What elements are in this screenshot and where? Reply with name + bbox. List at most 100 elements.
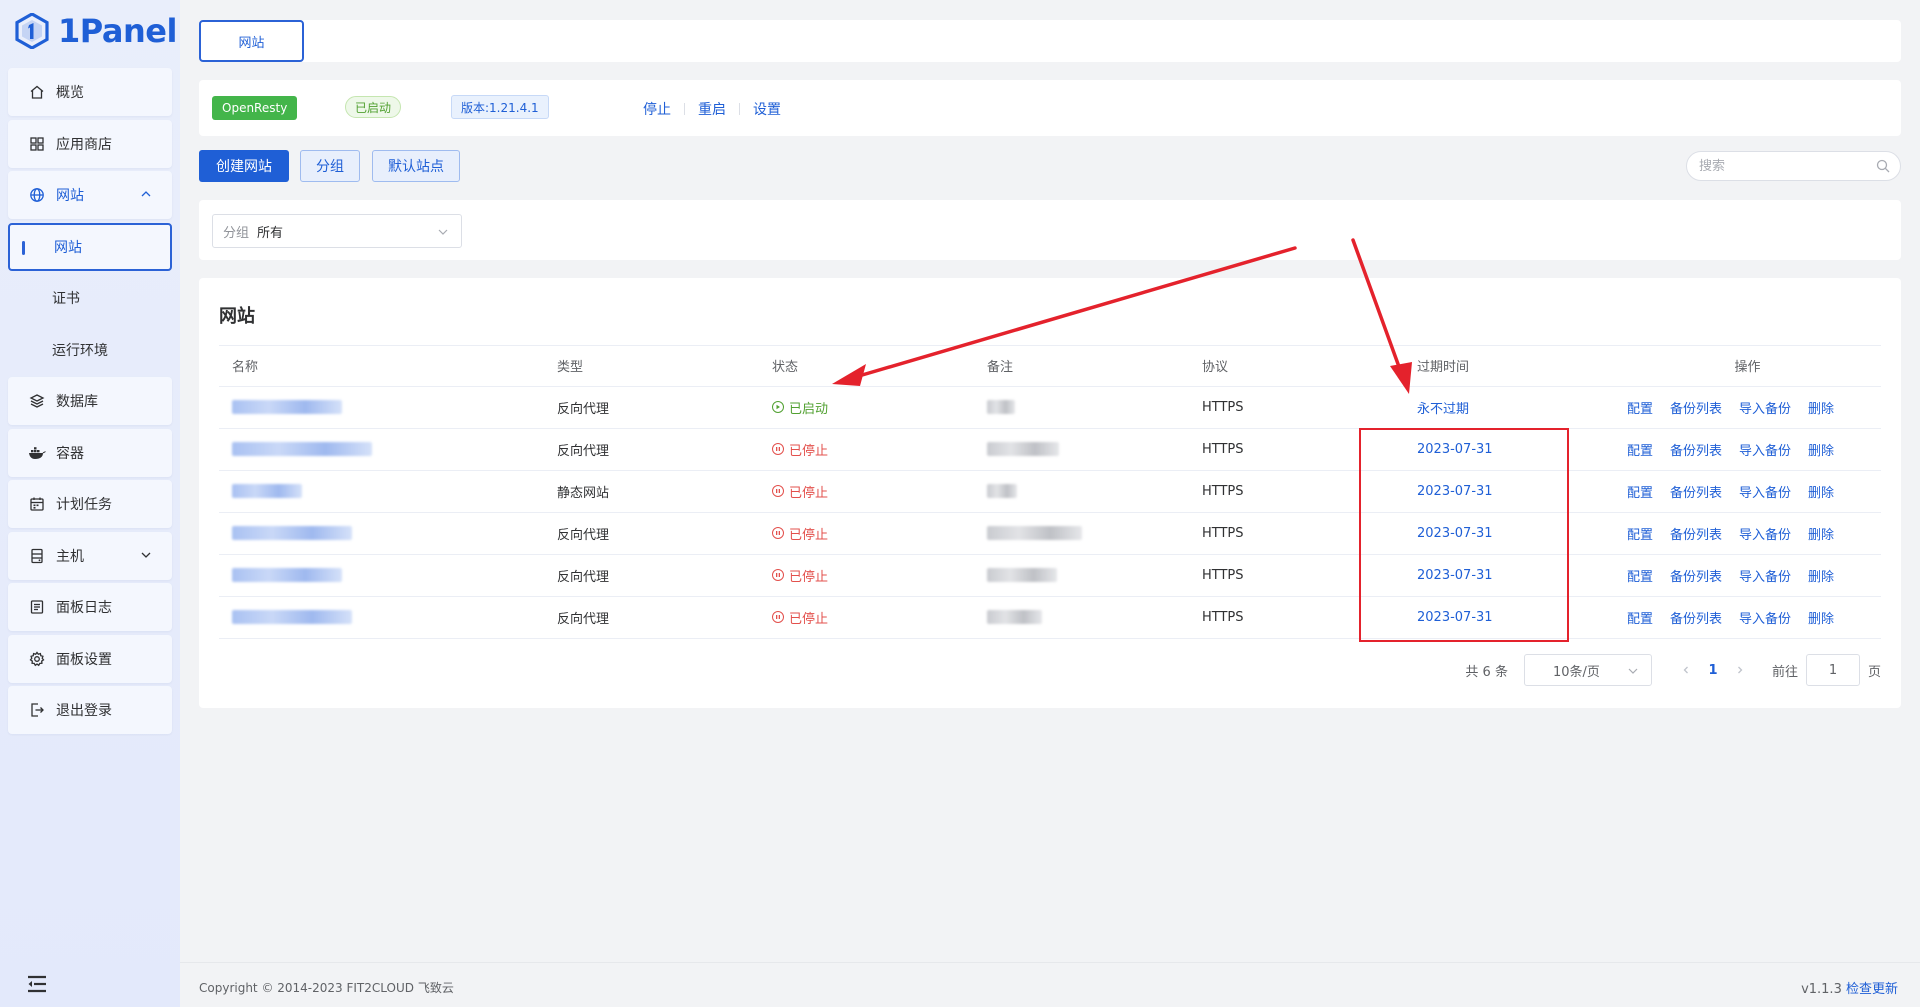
sidebar-subitem-certificates[interactable]: 证书 bbox=[8, 274, 172, 322]
search-input[interactable] bbox=[1699, 152, 1869, 180]
sidebar: 1Panel 概览 应用商店 网站 网站 证书 运行环境 数据库 容器 计划任务… bbox=[0, 0, 180, 1007]
delete-link[interactable]: 删除 bbox=[1808, 570, 1834, 585]
config-link[interactable]: 配置 bbox=[1627, 612, 1653, 627]
import-backup-link[interactable]: 导入备份 bbox=[1739, 402, 1791, 417]
config-link[interactable]: 配置 bbox=[1627, 444, 1653, 459]
create-website-button[interactable]: 创建网站 bbox=[199, 150, 289, 182]
tab-websites[interactable]: 网站 bbox=[199, 20, 304, 62]
delete-link[interactable]: 删除 bbox=[1808, 486, 1834, 501]
sidebar-item-websites[interactable]: 网站 bbox=[8, 171, 172, 219]
menu-collapse-icon[interactable] bbox=[26, 975, 48, 993]
blurred-site-name[interactable] bbox=[232, 400, 342, 414]
footer: Copyright © 2014-2023 FIT2CLOUD 飞致云 v1.1… bbox=[180, 962, 1920, 1007]
site-status[interactable]: 已停止 bbox=[772, 524, 828, 543]
backup-list-link[interactable]: 备份列表 bbox=[1670, 570, 1722, 585]
blurred-site-name[interactable] bbox=[232, 568, 342, 582]
column-header-protocol[interactable]: 协议 bbox=[1189, 346, 1404, 387]
config-link[interactable]: 配置 bbox=[1627, 402, 1653, 417]
delete-link[interactable]: 删除 bbox=[1808, 612, 1834, 627]
group-button[interactable]: 分组 bbox=[300, 150, 360, 182]
goto-page-input[interactable] bbox=[1805, 654, 1860, 686]
backup-list-link[interactable]: 备份列表 bbox=[1670, 612, 1722, 627]
sidebar-subitem-runtime[interactable]: 运行环境 bbox=[8, 326, 172, 374]
delete-link[interactable]: 删除 bbox=[1808, 528, 1834, 543]
blurred-remark bbox=[987, 610, 1042, 624]
blurred-site-name[interactable] bbox=[232, 442, 372, 456]
import-backup-link[interactable]: 导入备份 bbox=[1739, 486, 1791, 501]
blurred-site-name[interactable] bbox=[232, 484, 302, 498]
group-filter-select[interactable]: 分组 所有 bbox=[212, 214, 462, 248]
config-link[interactable]: 配置 bbox=[1627, 528, 1653, 543]
sidebar-subitem-label: 网站 bbox=[54, 239, 82, 256]
backup-list-link[interactable]: 备份列表 bbox=[1670, 402, 1722, 417]
site-status-text: 已停止 bbox=[789, 443, 829, 459]
logo-text: 1Panel bbox=[58, 12, 177, 50]
row-actions: 配置 备份列表 导入备份 删除 bbox=[1614, 512, 1881, 555]
sidebar-subitem-websites[interactable]: 网站 bbox=[8, 222, 172, 271]
blurred-site-name[interactable] bbox=[232, 610, 352, 624]
backup-list-link[interactable]: 备份列表 bbox=[1670, 528, 1722, 543]
whale-icon bbox=[28, 444, 46, 462]
prev-page-button[interactable] bbox=[1674, 658, 1698, 682]
table-header-row: 名称 类型 状态 备注 协议 过期时间 操作 bbox=[219, 346, 1881, 387]
sidebar-item-app-store[interactable]: 应用商店 bbox=[8, 119, 172, 168]
site-expiry[interactable]: 永不过期 bbox=[1417, 402, 1469, 417]
default-site-button[interactable]: 默认站点 bbox=[372, 150, 460, 182]
backup-list-link[interactable]: 备份列表 bbox=[1670, 486, 1722, 501]
import-backup-link[interactable]: 导入备份 bbox=[1739, 612, 1791, 627]
stop-link[interactable]: 停止 bbox=[643, 99, 671, 119]
config-link[interactable]: 配置 bbox=[1627, 570, 1653, 585]
site-type: 反向代理 bbox=[544, 428, 759, 471]
backup-list-link[interactable]: 备份列表 bbox=[1670, 444, 1722, 459]
sidebar-item-panel-logs[interactable]: 面板日志 bbox=[8, 583, 172, 631]
chevron-left-icon bbox=[1683, 666, 1688, 674]
import-backup-link[interactable]: 导入备份 bbox=[1739, 444, 1791, 459]
globe-icon bbox=[28, 186, 46, 204]
logo: 1Panel bbox=[14, 10, 177, 52]
site-status[interactable]: 已停止 bbox=[772, 566, 828, 585]
blurred-remark bbox=[987, 484, 1017, 498]
search-icon[interactable] bbox=[1876, 159, 1890, 173]
column-header-actions: 操作 bbox=[1614, 346, 1881, 387]
delete-link[interactable]: 删除 bbox=[1808, 444, 1834, 459]
site-status[interactable]: 已停止 bbox=[772, 608, 828, 627]
restart-link[interactable]: 重启 bbox=[698, 99, 726, 119]
column-header-type[interactable]: 类型 bbox=[544, 346, 759, 387]
site-status[interactable]: 已停止 bbox=[772, 482, 828, 501]
column-header-name[interactable]: 名称 bbox=[219, 346, 544, 387]
sidebar-item-cron[interactable]: 计划任务 bbox=[8, 480, 172, 528]
column-header-expiry[interactable]: 过期时间 bbox=[1404, 346, 1614, 387]
row-actions: 配置 备份列表 导入备份 删除 bbox=[1614, 386, 1881, 429]
site-type: 反向代理 bbox=[544, 554, 759, 597]
tab-bar: 网站 bbox=[199, 20, 1901, 62]
sidebar-item-host[interactable]: 主机 bbox=[8, 531, 172, 580]
table-row: 反向代理 已停止 HTTPS 2023-07-31 配置 备份列表 导入备份 删除 bbox=[219, 428, 1881, 471]
import-backup-link[interactable]: 导入备份 bbox=[1739, 528, 1791, 543]
sidebar-item-panel-settings[interactable]: 面板设置 bbox=[8, 634, 172, 683]
websites-table: 名称 类型 状态 备注 协议 过期时间 操作 反向代理 已启动 HTTPS 永不… bbox=[219, 346, 1881, 639]
page-size-select[interactable]: 10条/页 bbox=[1523, 654, 1652, 686]
sidebar-item-containers[interactable]: 容器 bbox=[8, 428, 172, 477]
chevron-right-icon bbox=[1738, 666, 1743, 674]
site-type: 静态网站 bbox=[544, 470, 759, 513]
site-status[interactable]: 已启动 bbox=[772, 398, 828, 417]
sidebar-item-database[interactable]: 数据库 bbox=[8, 377, 172, 425]
column-header-status[interactable]: 状态 bbox=[759, 346, 974, 387]
pagination: 共 6 条 10条/页 1 前往 页 bbox=[1465, 654, 1881, 686]
config-link[interactable]: 配置 bbox=[1627, 486, 1653, 501]
settings-link[interactable]: 设置 bbox=[753, 99, 781, 119]
next-page-button[interactable] bbox=[1728, 658, 1752, 682]
pause-icon bbox=[772, 569, 784, 581]
site-status[interactable]: 已停止 bbox=[772, 440, 828, 459]
import-backup-link[interactable]: 导入备份 bbox=[1739, 570, 1791, 585]
blurred-remark bbox=[987, 442, 1059, 456]
page-number-current[interactable]: 1 bbox=[1698, 663, 1728, 678]
sidebar-item-overview[interactable]: 概览 bbox=[8, 68, 172, 116]
delete-link[interactable]: 删除 bbox=[1808, 402, 1834, 417]
check-update-link[interactable]: 检查更新 bbox=[1846, 982, 1898, 997]
blurred-site-name[interactable] bbox=[232, 526, 352, 540]
column-header-remark[interactable]: 备注 bbox=[974, 346, 1189, 387]
pause-icon bbox=[772, 611, 784, 623]
site-protocol: HTTPS bbox=[1189, 386, 1404, 429]
sidebar-item-logout[interactable]: 退出登录 bbox=[8, 686, 172, 734]
